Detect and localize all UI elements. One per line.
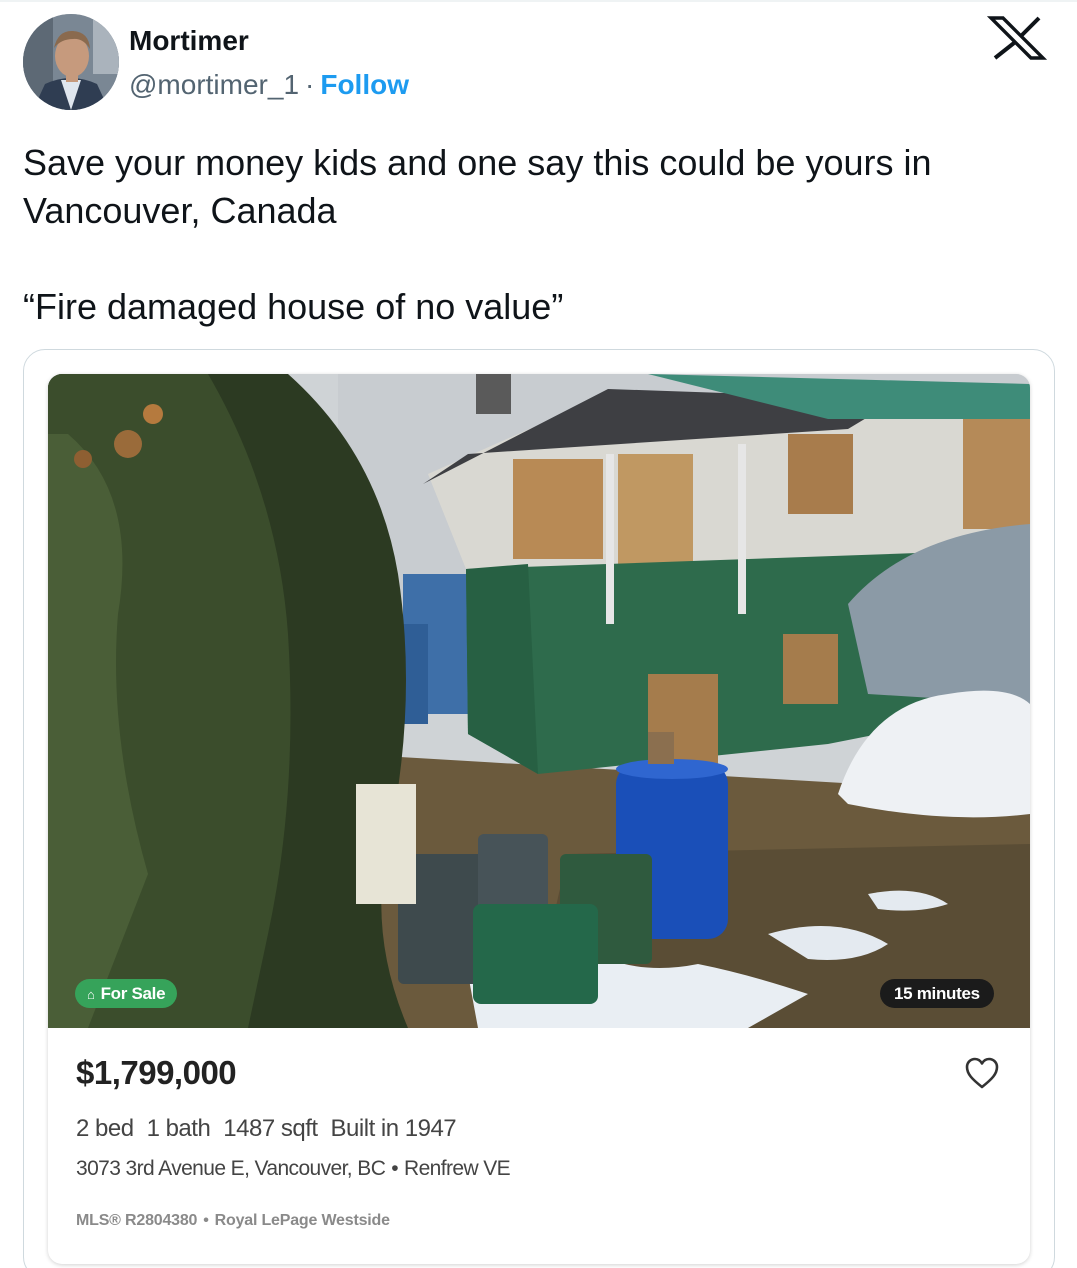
- year-built: Built in 1947: [330, 1115, 457, 1142]
- address-bullet: •: [391, 1157, 399, 1180]
- top-divider: [0, 0, 1077, 2]
- listing-card[interactable]: ⌂ For Sale 15 minutes $1,799,000 2 bed 1 b…: [48, 374, 1030, 1264]
- avatar[interactable]: [23, 14, 119, 110]
- listing-specs: 2 bed 1 bath 1487 sqft Built in 1947: [76, 1115, 469, 1143]
- avatar-portrait-image: [23, 14, 119, 110]
- listing-photo[interactable]: [48, 374, 1030, 1028]
- tweet-text: Save your money kids and one say this co…: [23, 142, 932, 327]
- for-sale-label: For Sale: [100, 984, 166, 1003]
- listing-address: 3073 3rd Avenue E, Vancouver, BC • Renfrew…: [76, 1157, 511, 1181]
- sqft: 1487 sqft: [223, 1115, 318, 1142]
- author-name[interactable]: Mortimer: [129, 25, 249, 57]
- x-logo-icon[interactable]: [981, 16, 1053, 60]
- heart-icon[interactable]: [964, 1056, 1000, 1090]
- mls-label: MLS®: [76, 1212, 121, 1229]
- mls-info: MLS® R2804380 • Royal LePage Westside: [76, 1212, 390, 1230]
- brokerage: Royal LePage Westside: [214, 1212, 390, 1229]
- mls-number: R2804380: [125, 1212, 198, 1229]
- home-icon: ⌂: [87, 987, 95, 1002]
- handle-separator: ·: [305, 69, 315, 100]
- listing-price: $1,799,000: [76, 1054, 237, 1091]
- baths: 1 bath: [146, 1115, 211, 1142]
- author-handle[interactable]: @mortimer_1: [129, 69, 299, 100]
- for-sale-badge: ⌂ For Sale: [75, 979, 178, 1008]
- beds: 2 bed: [76, 1115, 134, 1142]
- neighborhood: Renfrew VE: [404, 1157, 511, 1180]
- follow-button[interactable]: Follow: [320, 69, 409, 100]
- time-listed-badge: 15 minutes: [880, 979, 994, 1008]
- street-address: 3073 3rd Avenue E, Vancouver, BC: [76, 1157, 386, 1180]
- handle-row: @mortimer_1 · Follow: [129, 69, 409, 101]
- mls-bullet: •: [203, 1212, 209, 1229]
